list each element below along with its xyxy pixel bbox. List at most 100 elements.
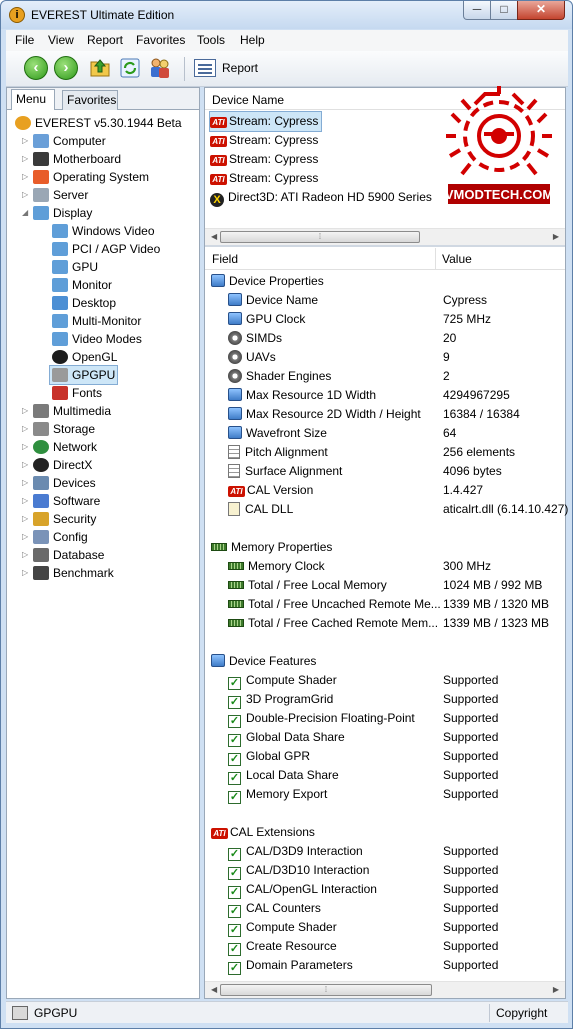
pane-splitter[interactable] <box>205 245 565 247</box>
tree-item-display[interactable]: Display <box>31 204 94 222</box>
users-icon[interactable] <box>148 56 172 80</box>
detail-row[interactable]: ✓ CAL/D3D10 Interaction Supported <box>205 861 565 880</box>
tree-item-benchmark[interactable]: Benchmark <box>31 564 116 582</box>
expand-icon[interactable]: ▷ <box>22 515 30 523</box>
report-button[interactable]: Report <box>222 61 258 75</box>
report-icon[interactable] <box>194 59 216 77</box>
detail-row[interactable]: Shader Engines 2 <box>205 367 565 386</box>
field-column-header[interactable]: Field <box>212 252 238 266</box>
detail-row[interactable]: Max Resource 2D Width / Height 16384 / 16… <box>205 405 565 424</box>
tree-item-network[interactable]: Network <box>31 438 99 456</box>
detail-row[interactable]: ✓ CAL/OpenGL Interaction Supported <box>205 880 565 899</box>
tree-item-video-modes[interactable]: Video Modes <box>50 330 144 348</box>
tree-item-software[interactable]: Software <box>31 492 102 510</box>
detail-row[interactable]: ✓ Domain Parameters Supported <box>205 956 565 975</box>
detail-row[interactable]: ✓ Compute Shader Supported <box>205 671 565 690</box>
value-column-header[interactable]: Value <box>442 252 472 266</box>
title-bar[interactable]: i EVEREST Ultimate Edition ─ □ ✕ <box>1 1 572 29</box>
maximize-button[interactable]: □ <box>490 1 518 20</box>
menu-view[interactable]: View <box>48 33 74 47</box>
tab-favorites[interactable]: Favorites <box>62 90 118 110</box>
detail-row[interactable]: ✓ Global GPR Supported <box>205 747 565 766</box>
tree-item-pci-agp-video[interactable]: PCI / AGP Video <box>50 240 162 258</box>
expand-icon[interactable]: ▷ <box>22 191 30 199</box>
tree-item-config[interactable]: Config <box>31 528 90 546</box>
expand-icon[interactable]: ▷ <box>22 173 30 181</box>
detail-row[interactable]: GPU Clock 725 MHz <box>205 310 565 329</box>
detail-row[interactable]: Wavefront Size 64 <box>205 424 565 443</box>
refresh-icon[interactable] <box>118 56 142 80</box>
device-row[interactable]: ATI Stream: Cypress <box>208 111 323 132</box>
tree-item-directx[interactable]: DirectX <box>31 456 94 474</box>
back-icon[interactable]: ‹ <box>24 56 48 80</box>
detail-row[interactable]: ✓ Global Data Share Supported <box>205 728 565 747</box>
up-folder-icon[interactable] <box>88 56 112 80</box>
group-header[interactable]: Memory Properties <box>205 538 565 557</box>
detail-row[interactable]: Total / Free Cached Remote Mem... 1339 MB… <box>205 614 565 633</box>
tab-menu[interactable]: Menu <box>11 89 55 110</box>
expand-icon[interactable]: ▷ <box>22 137 30 145</box>
detail-row[interactable]: ✓ Double-Precision Floating-Point Supporte… <box>205 709 565 728</box>
detail-row[interactable]: ✓ Local Data Share Supported <box>205 766 565 785</box>
detail-row[interactable]: Surface Alignment 4096 bytes <box>205 462 565 481</box>
tree-item-multi-monitor[interactable]: Multi-Monitor <box>50 312 143 330</box>
expand-icon[interactable]: ▷ <box>22 155 30 163</box>
detail-row[interactable]: Memory Clock 300 MHz <box>205 557 565 576</box>
detail-row[interactable]: CAL DLL aticalrt.dll (6.14.10.427) <box>205 500 568 519</box>
tree-item-gpgpu[interactable]: GPGPU <box>48 365 119 385</box>
tree-item-windows-video[interactable]: Windows Video <box>50 222 157 240</box>
tree-item-server[interactable]: Server <box>31 186 90 204</box>
expand-icon[interactable]: ▷ <box>22 569 30 577</box>
expand-icon[interactable]: ▷ <box>22 479 30 487</box>
menu-help[interactable]: Help <box>240 33 265 47</box>
group-header[interactable]: Device Properties <box>205 272 565 291</box>
detail-row[interactable]: Total / Free Uncached Remote Me... 1339 M… <box>205 595 565 614</box>
detail-row[interactable]: ✓ Compute Shader Supported <box>205 918 565 937</box>
menu-report[interactable]: Report <box>87 33 123 47</box>
device-row[interactable]: ATI Stream: Cypress <box>210 169 321 188</box>
close-button[interactable]: ✕ <box>517 1 565 20</box>
expand-icon[interactable]: ▷ <box>22 461 30 469</box>
expand-icon[interactable]: ▷ <box>22 407 30 415</box>
detail-row[interactable]: ATI CAL Version 1.4.427 <box>205 481 565 500</box>
expand-icon[interactable]: ▷ <box>22 425 30 433</box>
tree-item-motherboard[interactable]: Motherboard <box>31 150 123 168</box>
device-row[interactable]: ATI Stream: Cypress <box>210 131 321 150</box>
detail-row[interactable]: UAVs 9 <box>205 348 565 367</box>
tree-item-operating-system[interactable]: Operating System <box>31 168 151 186</box>
device-row[interactable]: X Direct3D: ATI Radeon HD 5900 Series <box>210 188 435 207</box>
details-hscroll[interactable]: ◀ ⁞ ▶ <box>205 981 565 998</box>
expand-icon[interactable]: ▷ <box>22 533 30 541</box>
tree-item-security[interactable]: Security <box>31 510 98 528</box>
detail-row[interactable]: Total / Free Local Memory 1024 MB / 992 M… <box>205 576 565 595</box>
tree-item-computer[interactable]: Computer <box>31 132 108 150</box>
minimize-button[interactable]: ─ <box>463 1 491 20</box>
menu-file[interactable]: File <box>15 33 34 47</box>
tree-item-storage[interactable]: Storage <box>31 420 97 438</box>
detail-row[interactable]: ✓ Memory Export Supported <box>205 785 565 804</box>
device-row[interactable]: ATI Stream: Cypress <box>210 150 321 169</box>
detail-row[interactable]: Pitch Alignment 256 elements <box>205 443 565 462</box>
forward-icon[interactable]: › <box>54 56 78 80</box>
expand-icon[interactable]: ▷ <box>22 497 30 505</box>
group-header[interactable]: Device Features <box>205 652 565 671</box>
detail-row[interactable]: Device Name Cypress <box>205 291 565 310</box>
detail-row[interactable]: ✓ CAL/D3D9 Interaction Supported <box>205 842 565 861</box>
detail-row[interactable]: SIMDs 20 <box>205 329 565 348</box>
tree-item-everest-v5-30-1944-beta[interactable]: EVEREST v5.30.1944 Beta <box>13 114 184 132</box>
tree-item-database[interactable]: Database <box>31 546 106 564</box>
tree-item-monitor[interactable]: Monitor <box>50 276 114 294</box>
device-name-column[interactable]: Device Name <box>212 93 284 107</box>
menu-favorites[interactable]: Favorites <box>136 33 185 47</box>
collapse-icon[interactable]: ◢ <box>22 209 30 217</box>
detail-row[interactable]: ✓ CAL Counters Supported <box>205 899 565 918</box>
tree-item-opengl[interactable]: OpenGL <box>50 348 119 366</box>
expand-icon[interactable]: ▷ <box>22 443 30 451</box>
detail-row[interactable]: ✓ Create Resource Supported <box>205 937 565 956</box>
tree-item-multimedia[interactable]: Multimedia <box>31 402 113 420</box>
tree-item-devices[interactable]: Devices <box>31 474 98 492</box>
group-header[interactable]: ATI CAL Extensions <box>205 823 565 842</box>
app-icon[interactable]: i <box>9 7 25 23</box>
detail-row[interactable]: Max Resource 1D Width 4294967295 <box>205 386 565 405</box>
tree-item-gpu[interactable]: GPU <box>50 258 100 276</box>
